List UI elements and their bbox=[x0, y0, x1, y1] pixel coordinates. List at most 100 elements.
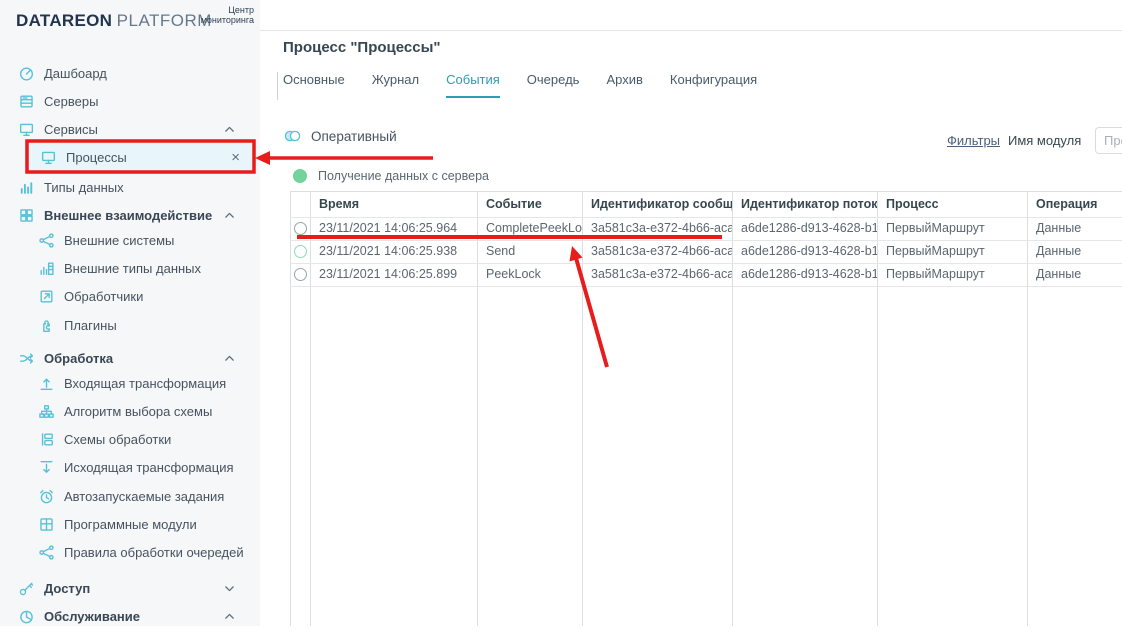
row-select-radio[interactable] bbox=[294, 268, 307, 281]
sidebar-item-external-data-types[interactable]: Внешние типы данных bbox=[0, 254, 260, 282]
sidebar-item-label: Автозапускаемые задания bbox=[64, 489, 224, 504]
table-row[interactable]: 23/11/2021 14:06:25.938 Send 3a581c3a-e3… bbox=[290, 240, 1122, 263]
cell-operation: Данные bbox=[1027, 240, 1122, 263]
download-arrow-icon bbox=[38, 459, 55, 476]
sidebar-item-outbound-transformation[interactable]: Исходящая трансформация bbox=[0, 453, 260, 481]
sidebar-item-label: Внешние типы данных bbox=[64, 261, 201, 276]
sidebar-item-label: Правила обработки очередей bbox=[64, 545, 244, 560]
cell-operation: Данные bbox=[1027, 263, 1122, 286]
header-select bbox=[290, 192, 310, 217]
header-message-id: Идентификатор сообщен… bbox=[582, 192, 732, 217]
events-table: Время Событие Идентификатор сообщен… Иде… bbox=[290, 191, 1122, 626]
status-text: Получение данных с сервера bbox=[318, 169, 489, 183]
cell-event: PeekLock bbox=[477, 263, 582, 286]
cell-stream-id: a6de1286-d913-4628-b15… bbox=[732, 217, 877, 240]
header-process: Процесс bbox=[877, 192, 1027, 217]
sidebar-item-label: Серверы bbox=[44, 94, 98, 109]
cell-time: 23/11/2021 14:06:25.938 bbox=[310, 240, 477, 263]
cell-process: ПервыйМаршрут bbox=[877, 217, 1027, 240]
chevron-up-icon[interactable] bbox=[223, 123, 236, 136]
status-green-dot bbox=[293, 169, 307, 183]
sidebar-item-processes-selected[interactable]: Процессы × bbox=[28, 142, 254, 172]
sidebar-item-label: Доступ bbox=[44, 581, 90, 596]
cell-time: 23/11/2021 14:06:25.964 bbox=[310, 217, 477, 240]
table-header-row: Время Событие Идентификатор сообщен… Иде… bbox=[290, 192, 1122, 217]
gauge-icon bbox=[18, 65, 35, 82]
sidebar-item-external-systems[interactable]: Внешние системы bbox=[0, 226, 260, 254]
sidebar-item-dashboard[interactable]: Дашбоард bbox=[0, 59, 260, 87]
sidebar-item-label: Обработчики bbox=[64, 289, 143, 304]
tab-queue[interactable]: Очередь bbox=[527, 72, 580, 96]
pie-chart-icon bbox=[18, 608, 35, 625]
operational-toggle[interactable]: Оперативный bbox=[283, 128, 397, 144]
cell-message-id: 3a581c3a-e372-4b66-acaa… bbox=[582, 263, 732, 286]
header-operation: Операция bbox=[1027, 192, 1122, 217]
cell-operation: Данные bbox=[1027, 217, 1122, 240]
cell-stream-id: a6de1286-d913-4628-b15… bbox=[732, 263, 877, 286]
row-select-radio[interactable] bbox=[294, 245, 307, 258]
header-event: Событие bbox=[477, 192, 582, 217]
tab-main[interactable]: Основные bbox=[283, 72, 345, 96]
alarm-clock-icon bbox=[38, 488, 55, 505]
sidebar-section-access[interactable]: Доступ bbox=[0, 574, 260, 602]
bars-building-icon bbox=[38, 260, 55, 277]
box-arrow-icon bbox=[38, 288, 55, 305]
sidebar-item-autostart-tasks[interactable]: Автозапускаемые задания bbox=[0, 482, 260, 510]
tab-archive[interactable]: Архив bbox=[606, 72, 642, 96]
operational-toggle-label: Оперативный bbox=[311, 129, 397, 144]
chevron-down-icon[interactable] bbox=[223, 582, 236, 595]
sidebar-item-handlers[interactable]: Обработчики bbox=[0, 282, 260, 310]
sidebar-item-data-types[interactable]: Типы данных bbox=[0, 173, 260, 201]
row-select-radio[interactable] bbox=[294, 222, 307, 235]
cell-process: ПервыйМаршрут bbox=[877, 263, 1027, 286]
sidebar-section-processing[interactable]: Обработка bbox=[0, 344, 260, 372]
chevron-up-icon[interactable] bbox=[223, 209, 236, 222]
network-branch-icon bbox=[38, 232, 55, 249]
sidebar-item-label: Схемы обработки bbox=[64, 432, 171, 447]
sidebar-item-label: Алгоритм выбора схемы bbox=[64, 404, 212, 419]
sidebar-item-program-modules[interactable]: Программные модули bbox=[0, 510, 260, 538]
sidebar-item-label: Внешнее взаимодействие bbox=[44, 208, 212, 223]
tab-events[interactable]: События bbox=[446, 72, 500, 98]
sidebar-item-services[interactable]: Сервисы bbox=[0, 115, 260, 143]
tab-bar: Основные Журнал События Очередь Архив Ко… bbox=[283, 72, 757, 98]
server-status: Получение данных с сервера bbox=[293, 169, 489, 183]
page-title: Процесс "Процессы" bbox=[283, 39, 441, 56]
network-branch-icon bbox=[38, 544, 55, 561]
sidebar: DATAREON PLATFORM Центр мониторинга Дашб… bbox=[0, 0, 260, 626]
puzzle-icon bbox=[38, 317, 55, 334]
cell-event: Send bbox=[477, 240, 582, 263]
tab-journal[interactable]: Журнал bbox=[372, 72, 419, 96]
sidebar-item-label: Обработка bbox=[44, 351, 113, 366]
chevron-up-icon[interactable] bbox=[223, 352, 236, 365]
brand-name: DATAREON bbox=[16, 11, 112, 30]
sidebar-item-processing-schemas[interactable]: Схемы обработки bbox=[0, 425, 260, 453]
shuffle-icon bbox=[18, 350, 35, 367]
sidebar-item-queue-processing-rules[interactable]: Правила обработки очередей bbox=[0, 538, 260, 566]
module-name-input[interactable] bbox=[1095, 127, 1122, 154]
cell-message-id: 3a581c3a-e372-4b66-acaa… bbox=[582, 240, 732, 263]
table-row[interactable]: 23/11/2021 14:06:25.899 PeekLock 3a581c3… bbox=[290, 263, 1122, 286]
sidebar-section-external-interaction[interactable]: Внешнее взаимодействие bbox=[0, 201, 260, 229]
close-icon[interactable]: × bbox=[231, 150, 240, 165]
layers-icon bbox=[38, 431, 55, 448]
monitor-icon bbox=[18, 121, 35, 138]
filters-link[interactable]: Фильтры bbox=[947, 133, 1000, 148]
main-content: Процесс "Процессы" Основные Журнал Событ… bbox=[260, 0, 1122, 626]
tree-icon bbox=[38, 403, 55, 420]
sidebar-item-servers[interactable]: Серверы bbox=[0, 87, 260, 115]
sidebar-item-label: Обслуживание bbox=[44, 609, 140, 624]
sidebar-item-schema-selection-algorithm[interactable]: Алгоритм выбора схемы bbox=[0, 397, 260, 425]
cell-time: 23/11/2021 14:06:25.899 bbox=[310, 263, 477, 286]
table-row[interactable]: 23/11/2021 14:06:25.964 CompletePeekLock… bbox=[290, 217, 1122, 240]
app-logo: DATAREON PLATFORM bbox=[16, 11, 212, 31]
sidebar-item-inbound-transformation[interactable]: Входящая трансформация bbox=[0, 369, 260, 397]
tab-configuration[interactable]: Конфигурация bbox=[670, 72, 757, 96]
key-icon bbox=[18, 580, 35, 597]
header-time: Время bbox=[310, 192, 477, 217]
sidebar-item-plugins[interactable]: Плагины bbox=[0, 311, 260, 339]
header-stream-id: Идентификатор потока bbox=[732, 192, 877, 217]
bar-chart-icon bbox=[18, 179, 35, 196]
sidebar-item-label: Сервисы bbox=[44, 122, 98, 137]
chevron-up-icon[interactable] bbox=[223, 610, 236, 623]
